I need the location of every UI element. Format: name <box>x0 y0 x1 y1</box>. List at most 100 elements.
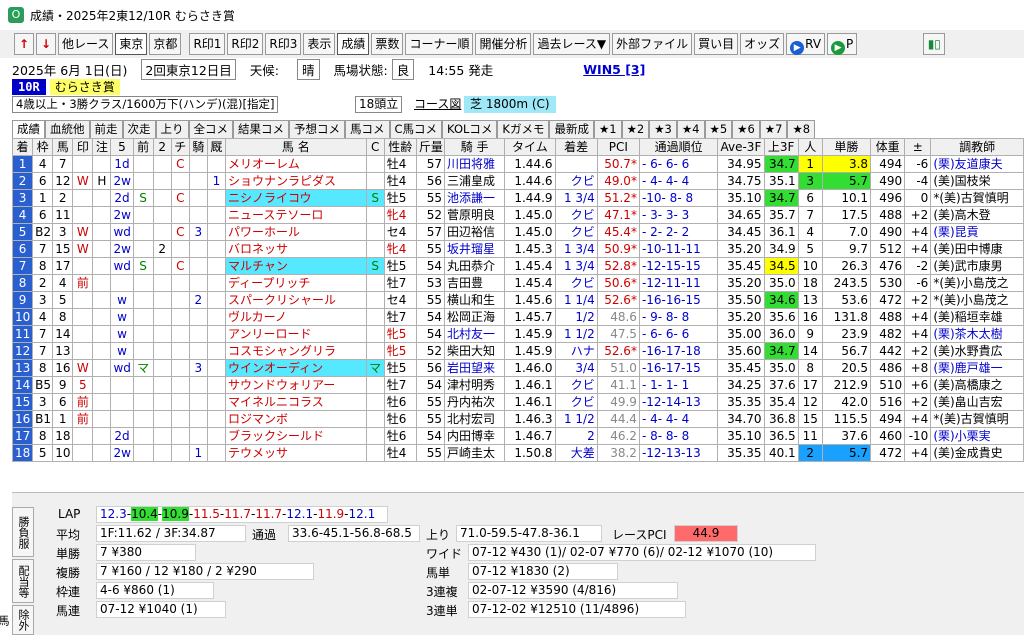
rv-button[interactable]: ▶ RV <box>786 33 826 55</box>
column-header[interactable]: 印 <box>72 138 94 156</box>
tab-13[interactable]: ★1 <box>593 120 622 138</box>
table-row[interactable]: 4 6 11 2w ニューステソーロ 牝4 52 菅原明良 1.45.0 クビ 47.1* - 3- … <box>11 206 1024 224</box>
payout-tab[interactable]: 配当等 <box>12 559 34 603</box>
tab-17[interactable]: ★5 <box>704 120 733 138</box>
table-row[interactable]: 9 3 5 w 2 スパークリシャール セ4 55 横山和生 1.45.6 1 1/4 52.6* -1… <box>11 291 1024 309</box>
tab-7[interactable]: 予想コメ <box>289 120 345 138</box>
r-mark3-button[interactable]: R印3 <box>265 33 302 55</box>
cell-two <box>152 155 172 173</box>
tokyo-button[interactable]: 東京 <box>115 33 148 55</box>
cell-sex: 牝4 <box>383 206 417 224</box>
tab-3[interactable]: 次走 <box>122 120 156 138</box>
course-map-link[interactable]: コース図 <box>414 97 461 112</box>
buy-button[interactable]: 買い目 <box>694 33 739 55</box>
column-header[interactable]: 5 <box>110 138 134 156</box>
tab-2[interactable]: 前走 <box>89 120 123 138</box>
column-header[interactable]: チ <box>170 138 190 156</box>
column-header[interactable]: 騎 手 <box>443 138 506 156</box>
external-file-button[interactable]: 外部ファイル <box>612 33 693 55</box>
table-row[interactable]: 12 7 13 w コスモシャングリラ 牝5 52 柴田大知 1.45.9 ハナ 52.6* -16-… <box>11 342 1024 360</box>
column-header[interactable]: 調教師 <box>930 138 1024 156</box>
column-header[interactable]: PCI <box>596 138 640 156</box>
column-header[interactable]: 厩 <box>206 138 226 156</box>
past-race-dropdown[interactable]: 過去レース▼ <box>533 33 611 55</box>
table-row[interactable]: 7 8 17 wd S C マルチャン S 牡5 54 丸田恭介 1.45.4 1 3/4 52.8* -1… <box>11 257 1024 275</box>
column-header[interactable]: 着差 <box>554 138 598 156</box>
tab-8[interactable]: 馬コメ <box>345 120 390 138</box>
other-race-button[interactable]: 他レース <box>58 33 114 55</box>
column-header[interactable]: 騎 <box>188 138 208 156</box>
tab-19[interactable]: ★7 <box>759 120 788 138</box>
table-row[interactable]: 18 5 10 2w 1 テウメッサ 牡4 55 戸崎圭太 1.50.8 大差 38.2 -12-13-… <box>11 444 1024 462</box>
meet-analysis-button[interactable]: 開催分析 <box>475 33 532 55</box>
silks-tab[interactable]: 勝負服 <box>12 507 34 557</box>
table-row[interactable]: 5 B2 3 Wwd C 3 パワーホール セ4 57 田辺裕信 1.45.0 クビ 45.4* - 2-… <box>11 223 1024 241</box>
corner-order-button[interactable]: コーナー順 <box>405 33 474 55</box>
table-row[interactable]: 1 4 7 1d C メリオーレム 牡4 57 川田将雅 1.44.6 50.7* - 6- 6- 6… <box>11 155 1024 173</box>
column-header[interactable]: 人 <box>797 138 823 156</box>
cell-diff: 0 <box>904 189 932 207</box>
tab-12[interactable]: 最新成 <box>549 120 594 138</box>
table-row[interactable]: 2 6 12 W H 2w 1 ショウナンラピダス 牡4 56 三浦皇成 1.44.6 クビ 49.0* -… <box>11 172 1024 190</box>
table-row[interactable]: 8 2 4 前 ディープリッチ 牡7 53 吉田豊 1.45.4 クビ 50.6* -12-11-11… <box>11 274 1024 292</box>
table-row[interactable]: 15 3 6 前 マイネルニコラス 牡6 55 丹内祐次 1.46.1 クビ 49.9 -12-14-… <box>11 393 1024 411</box>
tab-5[interactable]: 全コメ <box>188 120 233 138</box>
scratched-tab[interactable]: 除外馬 <box>0 605 34 635</box>
column-header[interactable]: 性齢 <box>383 138 417 156</box>
column-header[interactable]: 着 <box>11 138 34 156</box>
table-row[interactable]: 14 B5 9 5 サウンドウォリアー 牡7 54 津村明秀 1.46.1 クビ 41.1- 1- … <box>11 376 1024 394</box>
table-row[interactable]: 17 8 18 2d ブラックシールド 牡6 54 内田博幸 1.46.7 2 46.2- 8- 8… <box>11 427 1024 445</box>
person-icon-button[interactable]: ▮▯ <box>923 33 946 55</box>
table-row[interactable]: 6 7 15 W 2w 2 バロネッサ 牝4 55 坂井瑠星 1.45.3 1 3/4 50.9* -10… <box>11 240 1024 258</box>
lap-time: 11.7 <box>224 507 251 521</box>
next-race-button[interactable]: ↓ <box>36 33 56 55</box>
column-header[interactable]: 斤量 <box>415 138 446 156</box>
table-row[interactable]: 13 8 16 Wwd マ 3 ウインオーディンマ牡5 56 岩田望来 1.46.0 3/4 51.0… <box>11 359 1024 377</box>
column-header[interactable]: 前 <box>132 138 154 156</box>
cell-chi <box>170 376 190 394</box>
prev-race-button[interactable]: ↑ <box>14 33 34 55</box>
column-header[interactable]: C <box>365 138 385 156</box>
tab-14[interactable]: ★2 <box>621 120 650 138</box>
tab-18[interactable]: ★6 <box>732 120 760 138</box>
win5-link[interactable]: WIN5 [3] <box>583 62 645 77</box>
column-header[interactable]: 馬 <box>52 138 74 156</box>
column-header[interactable]: 上3F <box>763 138 799 156</box>
tab-11[interactable]: Kガメモ <box>497 120 550 138</box>
cell-sex: 牡6 <box>383 393 417 411</box>
column-header[interactable]: 馬 名 <box>224 138 367 156</box>
r-mark2-button[interactable]: R印2 <box>227 33 264 55</box>
column-header[interactable]: 枠 <box>32 138 54 156</box>
cell-two <box>152 189 172 207</box>
tab-6[interactable]: 結果コメ <box>233 120 289 138</box>
tab-10[interactable]: KOLコメ <box>442 120 498 138</box>
column-header[interactable]: タイム <box>504 138 556 156</box>
table-row[interactable]: 11 7 14 w アンリーロード 牝5 54 北村友一 1.45.9 1 1/2 47.5- 6-… <box>11 325 1024 343</box>
tab-4[interactable]: 上り <box>155 120 189 138</box>
odds-button[interactable]: オッズ <box>740 33 785 55</box>
votes-button[interactable]: 票数 <box>371 33 404 55</box>
column-header[interactable]: 単勝 <box>821 138 872 156</box>
column-header[interactable]: ± <box>904 138 932 156</box>
column-header[interactable]: Ave-3F <box>717 138 765 156</box>
tab-20[interactable]: ★8 <box>787 120 816 138</box>
cell-sex: 牡7 <box>383 308 417 326</box>
tab-16[interactable]: ★4 <box>676 120 705 138</box>
cell-two <box>152 274 172 292</box>
tab-15[interactable]: ★3 <box>649 120 677 138</box>
display-button[interactable]: 表示 <box>303 33 336 55</box>
tab-9[interactable]: C馬コメ <box>389 120 443 138</box>
column-header[interactable]: 注 <box>92 138 112 156</box>
column-header[interactable]: 通過順位 <box>638 138 719 156</box>
table-row[interactable]: 3 1 2 2d S C ニシノライコウ S 牡5 55 池添謙一 1.44.9 1 3/4 51.2* -… <box>11 189 1024 207</box>
column-header[interactable]: 体重 <box>870 138 906 156</box>
table-row[interactable]: 16 B1 1 前 ロジマンボ 牡6 55 北村宏司 1.46.3 1 1/2 44.4- 4- 4… <box>11 410 1024 428</box>
tab-1[interactable]: 血統他 <box>45 120 90 138</box>
results-button[interactable]: 成績 <box>337 33 370 55</box>
p-button[interactable]: ▶ P <box>827 33 858 55</box>
table-row[interactable]: 10 4 8 w ヴルカーノ 牡7 54 松岡正海 1.45.7 1/2 48.6- 9- 8- 8… <box>11 308 1024 326</box>
r-mark1-button[interactable]: R印1 <box>189 33 226 55</box>
column-header[interactable]: 2 <box>152 138 172 156</box>
tab-0[interactable]: 成績 <box>12 120 45 138</box>
kyoto-button[interactable]: 京都 <box>149 33 182 55</box>
